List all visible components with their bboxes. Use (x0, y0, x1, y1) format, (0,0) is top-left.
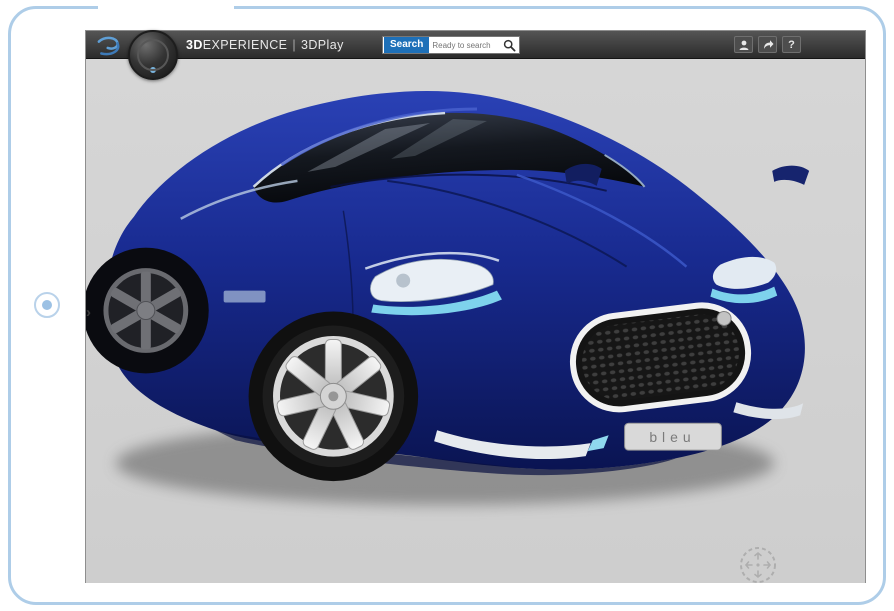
app-title-rest: EXPERIENCE (202, 38, 288, 52)
front-wheel (248, 311, 419, 482)
door-badge (223, 290, 266, 303)
app-title-bold: 3D (186, 38, 203, 52)
3ds-logo-icon (97, 36, 120, 56)
rear-wheel (86, 247, 209, 374)
side-mirror-right (772, 165, 810, 185)
panel-toggle-chevron[interactable]: › (86, 302, 98, 324)
search-icon[interactable] (503, 39, 516, 52)
header-actions: ? (734, 36, 801, 53)
compass-widget[interactable] (128, 30, 178, 80)
device-frame-notch (98, 0, 234, 15)
camera-dot-icon (42, 300, 52, 310)
fit-view-button[interactable] (738, 545, 778, 583)
search-button[interactable]: Search (384, 37, 430, 53)
help-icon[interactable]: ? (782, 36, 801, 53)
app-title: 3DEXPERIENCE | 3DPlay (186, 31, 344, 59)
license-plate: bleu (624, 422, 722, 451)
user-profile-icon[interactable] (734, 36, 753, 53)
help-glyph: ? (788, 38, 795, 51)
compass-dot-icon (150, 67, 156, 73)
car-3d-model[interactable]: bleu (86, 59, 865, 583)
app-window: 3DEXPERIENCE | 3DPlay Search ? (85, 30, 866, 583)
search-input[interactable] (429, 40, 503, 50)
license-plate-text: bleu (649, 429, 695, 445)
share-icon[interactable] (758, 36, 777, 53)
viewport-3d[interactable]: bleu › (86, 59, 865, 583)
device-camera-dot (34, 292, 60, 318)
app-title-product: 3DPlay (301, 38, 344, 52)
search-box[interactable]: Search (382, 36, 520, 54)
app-title-divider: | (292, 38, 297, 52)
app-header: 3DEXPERIENCE | 3DPlay Search ? (86, 31, 865, 59)
